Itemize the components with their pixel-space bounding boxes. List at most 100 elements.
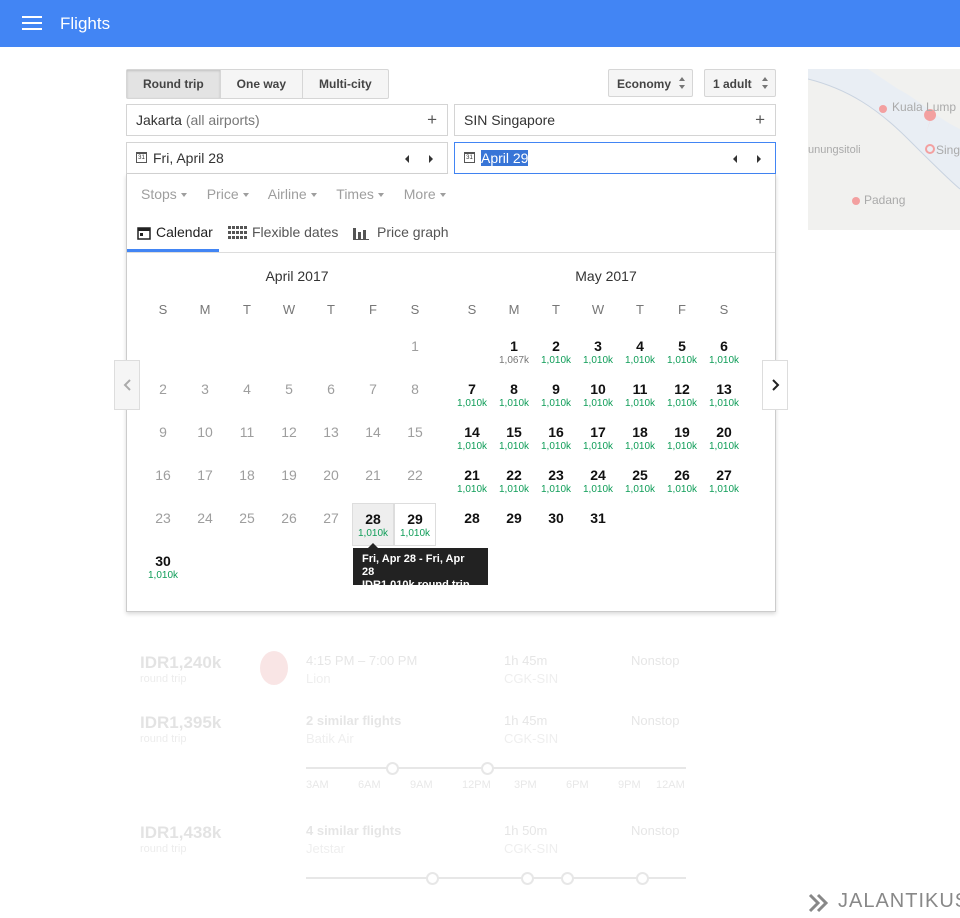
day-price: 1,010k: [708, 398, 740, 409]
time-tick: 6PM: [566, 779, 589, 791]
destination-field[interactable]: SIN Singapore +: [454, 104, 776, 136]
day-price: 1,010k: [456, 441, 488, 452]
calendar-day[interactable]: 15 1,010k: [493, 417, 535, 460]
origin-city: Jakarta: [136, 112, 182, 128]
tab-flexible-dates[interactable]: Flexible dates: [228, 216, 338, 252]
day-price: 1,010k: [666, 441, 698, 452]
calendar-day[interactable]: 13 1,010k: [703, 374, 745, 417]
calendar-day[interactable]: 28 1,010k: [352, 503, 394, 546]
weekday-label: T: [243, 302, 251, 317]
next-date-icon[interactable]: [757, 155, 761, 163]
calendar-day[interactable]: 1 1,067k: [493, 331, 535, 374]
add-destination-icon[interactable]: +: [755, 105, 765, 135]
calendar-day: 22: [394, 460, 436, 503]
calendar-day[interactable]: 8 1,010k: [493, 374, 535, 417]
day-number: 13: [323, 424, 339, 440]
return-date-field[interactable]: 31 April 29: [454, 142, 776, 174]
stepper-icon: [762, 77, 769, 91]
calendar-day[interactable]: 4 1,010k: [619, 331, 661, 374]
calendar-day[interactable]: 31: [577, 503, 619, 546]
date-tooltip: Fri, Apr 28 - Fri, Apr 28 IDR1,010k roun…: [353, 543, 488, 591]
day-price: 1,010k: [624, 398, 656, 409]
chevron-left-icon: [123, 379, 131, 391]
calendar-day[interactable]: 2 1,010k: [535, 331, 577, 374]
prev-date-icon[interactable]: [405, 155, 409, 163]
calendar-day[interactable]: 29: [493, 503, 535, 546]
result-route: CGK-SIN: [504, 731, 559, 746]
calendar-day[interactable]: 12 1,010k: [661, 374, 703, 417]
menu-icon[interactable]: [22, 16, 42, 30]
calendar-day[interactable]: 26 1,010k: [661, 460, 703, 503]
day-number: 3: [201, 381, 209, 397]
time-tick: 9PM: [618, 779, 641, 791]
filter-times[interactable]: Times: [336, 186, 384, 202]
filter-price[interactable]: Price: [207, 186, 249, 202]
trip-type-multi-city[interactable]: Multi-city: [303, 70, 388, 98]
filter-more[interactable]: More: [404, 186, 446, 202]
day-number: 5: [678, 338, 686, 354]
calendar-day[interactable]: 19 1,010k: [661, 417, 703, 460]
day-price: 1,010k: [540, 441, 572, 452]
time-marker: [386, 762, 399, 775]
next-month-button[interactable]: [762, 360, 788, 410]
passengers-label: 1 adult: [713, 77, 752, 91]
calendar-day[interactable]: 3 1,010k: [577, 331, 619, 374]
trip-type-one-way[interactable]: One way: [221, 70, 304, 98]
calendar-day[interactable]: 14 1,010k: [451, 417, 493, 460]
return-date-value[interactable]: April 29: [481, 150, 529, 166]
day-price: 1,010k: [624, 484, 656, 495]
tab-price-graph[interactable]: Price graph: [353, 216, 449, 252]
calendar-day[interactable]: 17 1,010k: [577, 417, 619, 460]
result-row[interactable]: IDR1,240k round trip 4:15 PM – 7:00 PM L…: [126, 625, 776, 686]
filter-stops[interactable]: Stops: [141, 186, 187, 202]
calendar-day[interactable]: 18 1,010k: [619, 417, 661, 460]
trip-type-round-trip[interactable]: Round trip: [127, 70, 221, 98]
origin-field[interactable]: Jakarta (all airports) +: [126, 104, 448, 136]
calendar-day[interactable]: 30: [535, 503, 577, 546]
day-number: 15: [407, 424, 423, 440]
calendar-day[interactable]: 6 1,010k: [703, 331, 745, 374]
calendar-day: 11: [226, 417, 268, 460]
calendar-day[interactable]: 10 1,010k: [577, 374, 619, 417]
passengers-select[interactable]: 1 adult: [704, 69, 776, 97]
calendar-day[interactable]: 21 1,010k: [451, 460, 493, 503]
calendar-day[interactable]: 28: [451, 503, 493, 546]
add-origin-icon[interactable]: +: [427, 105, 437, 135]
day-number: 2: [159, 381, 167, 397]
day-price: 1,010k: [540, 355, 572, 366]
calendar-day[interactable]: 5 1,010k: [661, 331, 703, 374]
prev-month-button[interactable]: [114, 360, 140, 410]
calendar-day[interactable]: 16 1,010k: [535, 417, 577, 460]
calendar-day[interactable]: 24 1,010k: [577, 460, 619, 503]
day-number: 3: [594, 338, 602, 354]
result-row[interactable]: IDR1,438k round trip 4 similar flights J…: [126, 821, 776, 916]
map-label: unungsitoli: [808, 144, 861, 156]
next-date-icon[interactable]: [429, 155, 433, 163]
filter-airline[interactable]: Airline: [268, 186, 317, 202]
calendar-day[interactable]: 11 1,010k: [619, 374, 661, 417]
map-thumbnail[interactable]: Kuala Lump Sing unungsitoli Padang: [808, 69, 960, 230]
cabin-class-select[interactable]: Economy: [608, 69, 693, 97]
calendar-day[interactable]: 7 1,010k: [451, 374, 493, 417]
calendar-day[interactable]: 30 1,010k: [142, 546, 184, 589]
weekday-label: S: [719, 302, 729, 317]
day-price: 1,010k: [357, 528, 389, 539]
tab-calendar[interactable]: Calendar: [127, 216, 219, 252]
day-number: 26: [674, 467, 690, 483]
prev-date-icon[interactable]: [733, 155, 737, 163]
depart-date-field[interactable]: 31 Fri, April 28: [126, 142, 448, 174]
calendar-day[interactable]: 27 1,010k: [703, 460, 745, 503]
result-stops: Nonstop: [631, 713, 680, 728]
result-title: 4 similar flights: [306, 823, 402, 838]
calendar-day[interactable]: 20 1,010k: [703, 417, 745, 460]
calendar-day[interactable]: 23 1,010k: [535, 460, 577, 503]
time-tick: 9AM: [410, 779, 433, 791]
calendar-day[interactable]: 9 1,010k: [535, 374, 577, 417]
time-tick: 6AM: [358, 779, 381, 791]
calendar-day[interactable]: 22 1,010k: [493, 460, 535, 503]
result-row[interactable]: IDR1,395k round trip 2 similar flights B…: [126, 711, 776, 801]
calendar-day: 25: [226, 503, 268, 546]
calendar-day[interactable]: 29 1,010k: [394, 503, 436, 546]
calendar-day[interactable]: 25 1,010k: [619, 460, 661, 503]
day-price: 1,010k: [498, 441, 530, 452]
